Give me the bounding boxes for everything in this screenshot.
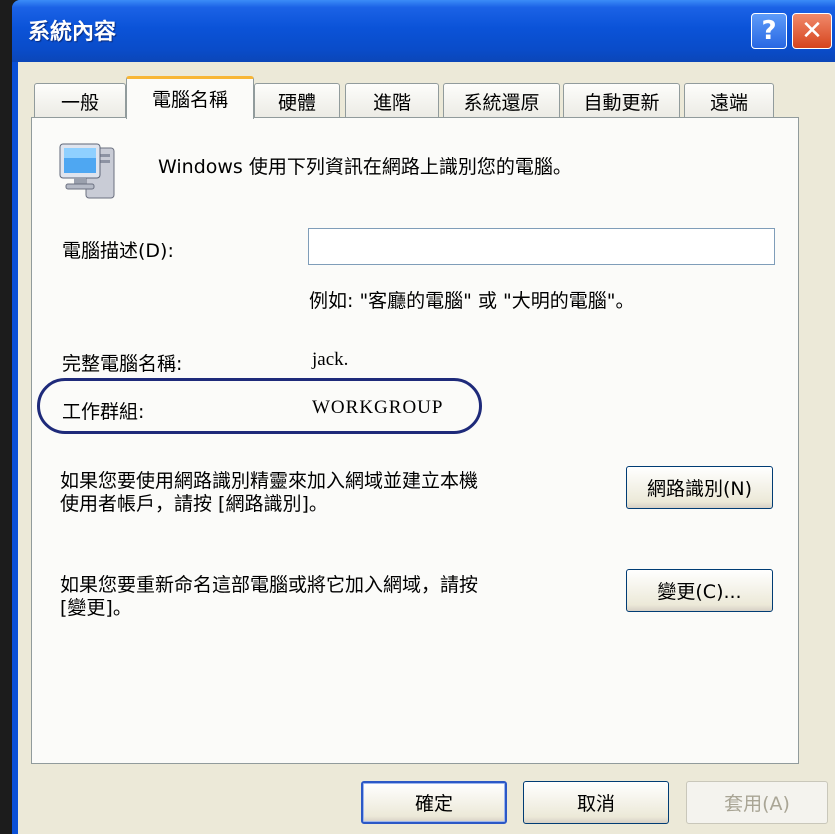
tab-hardware[interactable]: 硬體 xyxy=(254,83,340,117)
tab-advanced[interactable]: 進階 xyxy=(345,83,439,117)
tab-general[interactable]: 一般 xyxy=(34,83,126,117)
tab-computer-name[interactable]: 電腦名稱 xyxy=(126,76,254,119)
workgroup-label: 工作群組: xyxy=(62,401,145,423)
ok-button[interactable]: 確定 xyxy=(361,781,507,824)
description-label: 電腦描述(D): xyxy=(62,240,174,262)
workgroup-value: WORKGROUP xyxy=(312,397,444,418)
window-title: 系統內容 xyxy=(28,20,117,45)
full-name-label: 完整電腦名稱: xyxy=(62,353,183,375)
tab-panel xyxy=(31,117,799,764)
help-button[interactable]: ? xyxy=(751,13,787,49)
cancel-button[interactable]: 取消 xyxy=(523,781,669,824)
change-text-line2: [變更]。 xyxy=(60,597,132,619)
full-name-value: jack. xyxy=(312,349,349,370)
title-bar[interactable]: 系統內容 xyxy=(12,0,835,62)
close-button[interactable]: ✕ xyxy=(792,13,832,49)
apply-button[interactable]: 套用(A) xyxy=(686,781,828,824)
computer-monitor-icon xyxy=(56,138,126,204)
network-id-text-line2: 使用者帳戶，請按 [網路識別]。 xyxy=(60,493,328,515)
tab-system-restore[interactable]: 系統還原 xyxy=(443,83,560,117)
intro-text: Windows 使用下列資訊在網路上識別您的電腦。 xyxy=(158,156,572,178)
change-button[interactable]: 變更(C)... xyxy=(626,569,773,612)
network-id-button[interactable]: 網路識別(N) xyxy=(626,466,773,509)
tab-remote[interactable]: 遠端 xyxy=(684,83,774,117)
tab-automatic-updates[interactable]: 自動更新 xyxy=(563,83,680,117)
computer-description-input[interactable] xyxy=(308,228,775,265)
example-text: 例如: "客廳的電腦" 或 "大明的電腦"。 xyxy=(309,290,635,312)
